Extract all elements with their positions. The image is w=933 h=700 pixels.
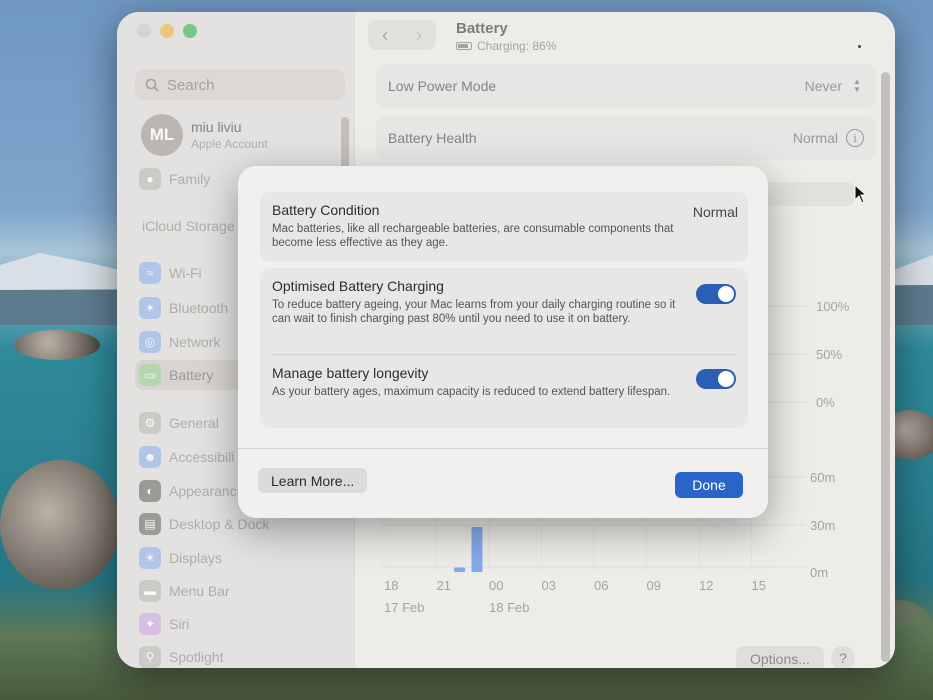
optimised-charging-toggle[interactable] xyxy=(696,284,736,304)
battery-health-sheet: Battery Condition Mac batteries, like al… xyxy=(238,166,768,518)
desktop-rock xyxy=(14,330,100,360)
mouse-cursor-icon xyxy=(854,184,868,204)
battery-condition-card: Battery Condition Mac batteries, like al… xyxy=(260,192,748,262)
done-button[interactable]: Done xyxy=(675,472,743,498)
desktop-rock xyxy=(0,460,120,590)
optimised-charging-title: Optimised Battery Charging xyxy=(272,278,444,294)
charging-settings-card: Optimised Battery Charging To reduce bat… xyxy=(260,268,748,428)
modal-divider xyxy=(238,448,768,449)
longevity-toggle[interactable] xyxy=(696,369,736,389)
battery-condition-value: Normal xyxy=(692,204,738,220)
longevity-title: Manage battery longevity xyxy=(272,365,429,381)
optimised-charging-desc: To reduce battery ageing, your Mac learn… xyxy=(272,299,676,325)
battery-condition-title: Battery Condition xyxy=(272,202,380,218)
battery-condition-desc: Mac batteries, like all rechargeable bat… xyxy=(272,223,674,249)
longevity-desc: As your battery ages, maximum capacity i… xyxy=(272,386,671,398)
corner-dot xyxy=(858,45,861,48)
learn-more-button[interactable]: Learn More... xyxy=(258,468,368,493)
